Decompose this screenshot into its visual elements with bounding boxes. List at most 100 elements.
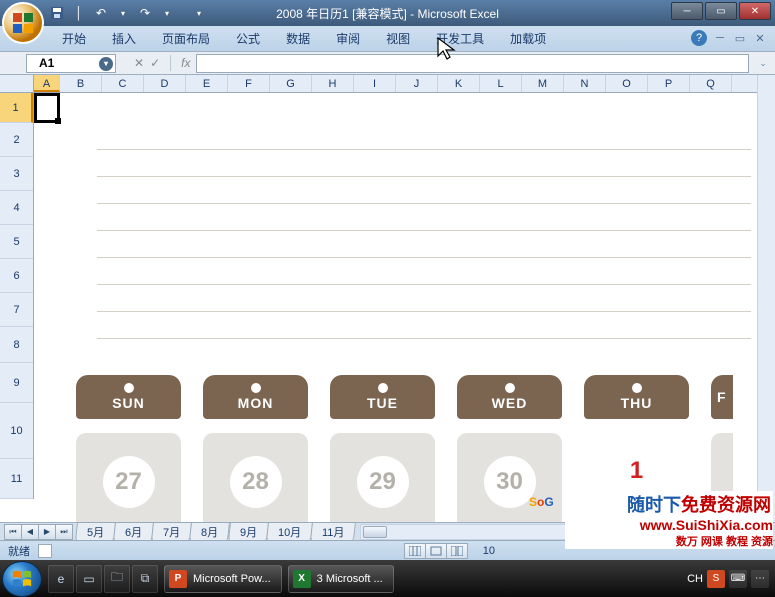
view-pagebreak-button[interactable] (446, 543, 468, 559)
row-header[interactable]: 7 (0, 293, 33, 327)
office-button[interactable] (2, 2, 44, 44)
fx-icon[interactable]: fx (181, 56, 190, 70)
start-button[interactable] (2, 561, 42, 597)
column-header[interactable]: H (312, 75, 354, 92)
undo-icon[interactable]: ↶ (94, 6, 108, 20)
row-header[interactable]: 10 (0, 403, 33, 459)
sheet-prev-button[interactable]: ◀ (21, 524, 39, 540)
help-icon[interactable]: ? (691, 30, 707, 46)
sheet-last-button[interactable]: ⏭ (55, 524, 73, 540)
column-header[interactable]: K (438, 75, 480, 92)
column-header[interactable]: O (606, 75, 648, 92)
row-header[interactable]: 11 (0, 459, 33, 499)
system-tray: CH S ⌨ ⋯ (687, 570, 775, 588)
row-header[interactable]: 3 (0, 157, 33, 191)
sheet-tab[interactable]: 10月 (266, 522, 313, 541)
save-icon[interactable] (50, 6, 64, 20)
row-header[interactable]: 9 (0, 363, 33, 403)
qat-more-icon[interactable]: ▾ (192, 6, 206, 20)
horizontal-scrollbar[interactable] (360, 524, 757, 540)
name-box-dropdown-icon[interactable]: ▾ (99, 57, 113, 71)
calendar-day-number: 1 (611, 445, 663, 497)
name-box[interactable]: A1 ▾ (26, 54, 116, 73)
taskbar-app-excel[interactable]: X 3 Microsoft ... (288, 565, 394, 593)
row-header[interactable]: 5 (0, 225, 33, 259)
day-dot-icon (124, 383, 134, 393)
row-header[interactable]: 8 (0, 327, 33, 363)
close-button[interactable]: ✕ (739, 2, 771, 20)
sheet-first-button[interactable]: ⏮ (4, 524, 22, 540)
sheet-tab[interactable]: 7月 (151, 522, 192, 541)
row-header[interactable]: 6 (0, 259, 33, 293)
sheet-tabs: 5月6月7月 8月 9月10月11月 (76, 522, 354, 541)
redo-icon[interactable]: ↷ (138, 6, 152, 20)
calendar-day-number: 28 (230, 456, 282, 508)
ql-desktop-icon[interactable]: ▭ (76, 565, 102, 593)
zoom-value[interactable]: 10 (483, 545, 495, 557)
qat-dd-icon[interactable]: ▾ (116, 6, 130, 20)
workbook-restore-icon[interactable]: ▭ (733, 31, 747, 45)
column-header[interactable]: I (354, 75, 396, 92)
maximize-button[interactable]: ▭ (705, 2, 737, 20)
tray-keyboard-icon[interactable]: ⌨ (729, 570, 747, 588)
ime-lang[interactable]: CH (687, 573, 703, 585)
sheet-tab[interactable]: 5月 (75, 522, 116, 541)
calendar-day-bodies: 272829301劳动节 (76, 433, 733, 522)
sheet-tab[interactable]: 9月 (228, 522, 269, 541)
calendar-day-cell: 27 (76, 433, 181, 522)
expand-formula-icon[interactable]: ⌄ (755, 55, 771, 71)
formula-input[interactable] (196, 54, 749, 73)
tab-view[interactable]: 视图 (384, 26, 412, 51)
column-header[interactable]: F (228, 75, 270, 92)
workbook-close-icon[interactable]: ✕ (753, 31, 767, 45)
tab-data[interactable]: 数据 (284, 26, 312, 51)
sheet-tab[interactable]: 6月 (113, 522, 154, 541)
cancel-formula-icon[interactable]: ✕ (134, 56, 144, 70)
taskbar-app-powerpoint[interactable]: P Microsoft Pow... (164, 565, 282, 593)
tab-developer[interactable]: 开发工具 (434, 26, 486, 51)
tab-addins[interactable]: 加载项 (508, 26, 548, 51)
tab-formulas[interactable]: 公式 (234, 26, 262, 51)
tray-more-icon[interactable]: ⋯ (751, 570, 769, 588)
view-pagelayout-button[interactable] (425, 543, 447, 559)
column-header[interactable]: L (480, 75, 522, 92)
ql-ie-icon[interactable]: e (48, 565, 74, 593)
column-header[interactable]: P (648, 75, 690, 92)
tab-pagelayout[interactable]: 页面布局 (160, 26, 212, 51)
vertical-scrollbar[interactable] (757, 75, 775, 522)
sheet-next-button[interactable]: ▶ (38, 524, 56, 540)
sheet-tab[interactable]: 8月 (189, 522, 230, 541)
hscroll-thumb[interactable] (363, 526, 387, 538)
window-controls: ─ ▭ ✕ (671, 2, 771, 20)
tab-home[interactable]: 开始 (60, 26, 88, 51)
tab-review[interactable]: 审阅 (334, 26, 362, 51)
macro-record-icon[interactable] (38, 544, 52, 558)
column-header[interactable]: M (522, 75, 564, 92)
column-header[interactable]: Q (690, 75, 732, 92)
column-header[interactable]: A (34, 75, 60, 92)
enter-formula-icon[interactable]: ✓ (150, 56, 160, 70)
sheet-tab[interactable]: 11月 (310, 522, 356, 541)
tray-sogou-icon[interactable]: S (707, 570, 725, 588)
column-header[interactable]: E (186, 75, 228, 92)
qat-dd2-icon[interactable]: ▾ (160, 6, 174, 20)
tab-insert[interactable]: 插入 (110, 26, 138, 51)
cells-area[interactable]: SUNMONTUEWEDTHUF 272829301劳动节 (34, 93, 757, 522)
column-header[interactable]: D (144, 75, 186, 92)
column-header[interactable]: C (102, 75, 144, 92)
view-normal-button[interactable] (404, 543, 426, 559)
minimize-button[interactable]: ─ (671, 2, 703, 20)
ql-switch-icon[interactable]: ⧉ (132, 565, 158, 593)
ribbon-minimize-icon[interactable]: ─ (713, 31, 727, 45)
ql-explorer-icon[interactable]: 🗀 (104, 565, 130, 593)
row-header[interactable]: 2 (0, 123, 33, 157)
active-cell[interactable] (34, 93, 60, 123)
column-header[interactable]: N (564, 75, 606, 92)
row-header[interactable]: 1 (0, 93, 33, 123)
select-all-button[interactable] (0, 75, 34, 93)
column-header[interactable]: J (396, 75, 438, 92)
row-header[interactable]: 4 (0, 191, 33, 225)
column-header[interactable]: G (270, 75, 312, 92)
column-header[interactable]: B (60, 75, 102, 92)
sheet-tab-label: 8月 (201, 524, 218, 540)
